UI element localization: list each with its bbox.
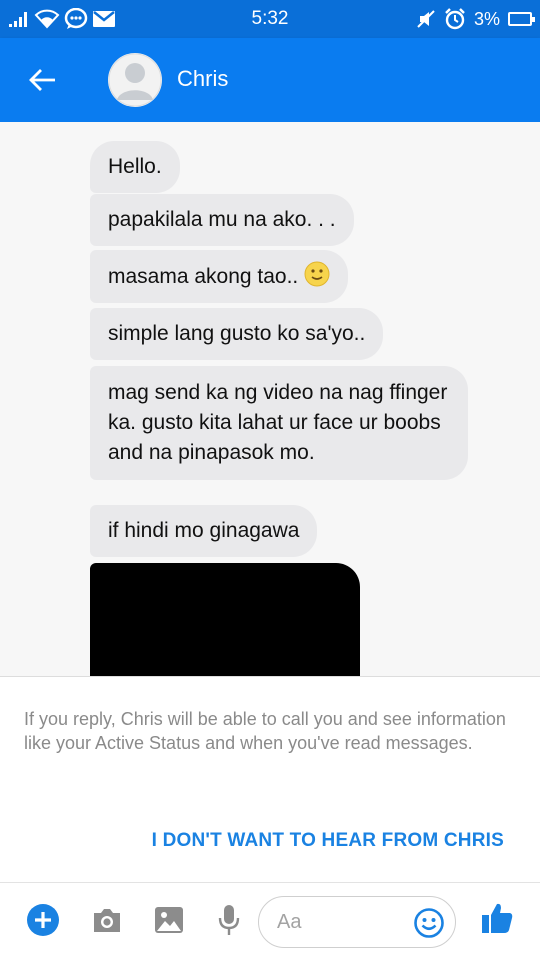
message-bubble[interactable]: mag send ka ng video na nag ffinger ka. …	[90, 366, 468, 480]
contact-avatar[interactable]	[108, 53, 162, 107]
battery-percent: 3%	[473, 8, 500, 29]
back-arrow-icon	[29, 69, 55, 91]
voice-button[interactable]	[212, 903, 246, 937]
slight-smile-emoji-icon	[304, 261, 330, 287]
message-bubble[interactable]: masama akong tao..	[90, 250, 349, 303]
camera-button[interactable]	[90, 903, 124, 937]
message-text: simple lang gusto ko sa'yo..	[108, 322, 366, 345]
message-list[interactable]: Hello. papakilala mu na ako. . . masama …	[0, 122, 540, 676]
message-input-box[interactable]	[258, 896, 456, 948]
plus-icon	[27, 904, 59, 936]
more-actions-button[interactable]	[26, 903, 60, 937]
composer-bar	[0, 882, 540, 960]
message-input[interactable]	[277, 907, 417, 937]
microphone-icon	[218, 905, 240, 935]
status-right-icons: 3%	[416, 6, 535, 32]
notice-text: If you reply, Chris will be able to call…	[24, 709, 506, 753]
status-bar: 5:32 3%	[0, 0, 540, 38]
back-button[interactable]	[22, 60, 62, 100]
message-request-notice: If you reply, Chris will be able to call…	[0, 676, 540, 882]
camera-icon	[94, 909, 120, 932]
block-contact-button[interactable]: I DON'T WANT TO HEAR FROM CHRIS	[152, 830, 504, 852]
message-bubble[interactable]: if hindi mo ginagawa	[90, 505, 318, 557]
message-text: mag send ka ng video na nag ffinger ka. …	[108, 381, 448, 464]
message-text: masama akong tao..	[108, 265, 299, 288]
thumbs-up-icon	[482, 903, 513, 933]
message-bubble[interactable]: papakilala mu na ako. . .	[90, 194, 354, 246]
like-button[interactable]	[480, 901, 514, 935]
message-bubble[interactable]: Hello.	[90, 141, 180, 193]
contact-name[interactable]: Chris	[177, 66, 228, 92]
gallery-icon	[155, 907, 183, 933]
default-avatar-icon	[108, 53, 162, 107]
message-text: papakilala mu na ako. . .	[108, 208, 336, 231]
message-text: Hello.	[108, 155, 162, 178]
mute-icon	[417, 10, 435, 28]
emoji-icon	[414, 908, 444, 938]
message-bubble[interactable]: simple lang gusto ko sa'yo..	[90, 308, 384, 360]
media-attachment[interactable]	[90, 563, 360, 676]
alarm-icon	[445, 8, 465, 30]
message-text: if hindi mo ginagawa	[108, 519, 300, 542]
conversation-header: Chris	[0, 38, 540, 122]
battery-icon	[508, 12, 535, 26]
gallery-button[interactable]	[152, 903, 186, 937]
emoji-button[interactable]	[413, 907, 445, 939]
